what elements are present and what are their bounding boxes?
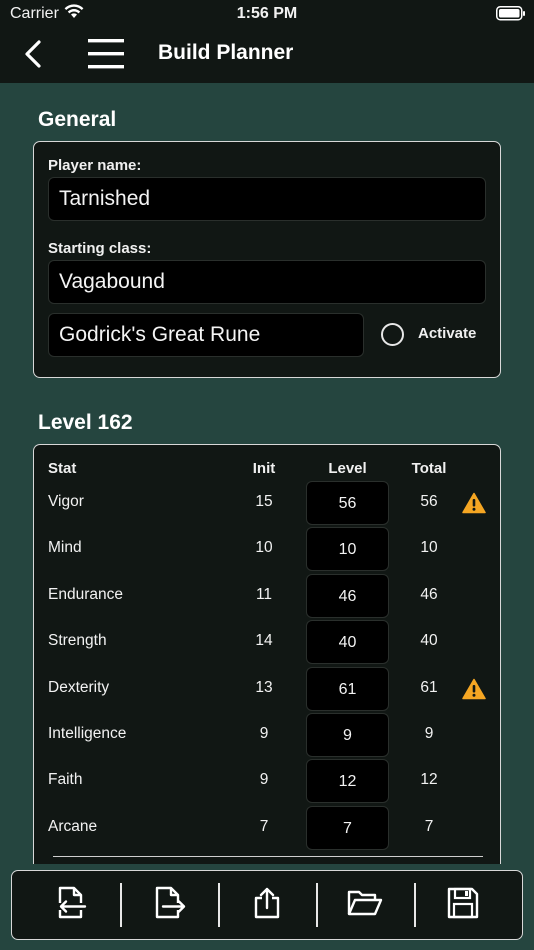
table-row: Arcane 7 7 7 bbox=[34, 805, 502, 852]
navigation-bar: Build Planner bbox=[0, 28, 534, 83]
level-column-header: Level bbox=[328, 460, 367, 477]
stat-total-value: 9 bbox=[424, 725, 434, 742]
init-column-header: Init bbox=[252, 460, 276, 477]
page-title: Build Planner bbox=[158, 41, 294, 64]
stat-init-value: 10 bbox=[255, 539, 273, 557]
import-file-icon bbox=[54, 886, 88, 925]
battery-icon bbox=[496, 6, 526, 26]
back-chevron-icon[interactable] bbox=[22, 40, 44, 75]
stat-name: Mind bbox=[48, 539, 82, 557]
stat-level-input[interactable]: 56 bbox=[306, 481, 389, 525]
import-file-button[interactable] bbox=[22, 881, 119, 929]
top-bar: Carrier 1:56 PM Build Planner bbox=[0, 0, 534, 83]
starting-class-field[interactable]: Vagabound bbox=[48, 260, 486, 304]
table-row: Faith 9 12 12 bbox=[34, 759, 502, 805]
stat-column-header: Stat bbox=[48, 460, 77, 477]
stat-level-input[interactable]: 7 bbox=[306, 805, 389, 850]
export-file-button[interactable] bbox=[120, 881, 217, 929]
great-rune-field[interactable]: Godrick's Great Rune bbox=[48, 313, 364, 357]
activate-radio-button[interactable] bbox=[381, 323, 404, 346]
share-button[interactable] bbox=[218, 881, 315, 929]
stat-level-input[interactable]: 9 bbox=[306, 713, 389, 757]
general-section-title: General bbox=[38, 108, 117, 131]
stat-name: Intelligence bbox=[48, 725, 127, 742]
stat-init-value: 9 bbox=[259, 725, 269, 742]
player-name-field[interactable]: Tarnished bbox=[48, 177, 486, 221]
stat-name: Faith bbox=[48, 771, 83, 789]
warning-icon[interactable] bbox=[462, 678, 486, 700]
starting-class-label: Starting class: bbox=[48, 240, 152, 257]
open-folder-icon bbox=[347, 888, 383, 923]
stat-level-input[interactable]: 40 bbox=[306, 620, 389, 665]
table-row: Dexterity 13 61 61 bbox=[34, 666, 502, 713]
table-row: Intelligence 9 9 9 bbox=[34, 713, 502, 759]
table-row: Mind 10 10 10 bbox=[34, 527, 502, 573]
stat-init-value: 11 bbox=[255, 585, 273, 603]
activate-label: Activate bbox=[418, 325, 477, 342]
stat-name: Endurance bbox=[48, 585, 123, 603]
general-card: Player name: Tarnished Starting class: V… bbox=[33, 141, 501, 378]
stat-total-value: 12 bbox=[420, 771, 438, 789]
stat-name: Strength bbox=[48, 632, 107, 650]
export-file-icon bbox=[152, 886, 186, 925]
hamburger-menu-icon[interactable] bbox=[88, 38, 124, 75]
stat-name: Dexterity bbox=[48, 678, 110, 696]
warning-icon[interactable] bbox=[462, 492, 486, 514]
stat-total-value: 46 bbox=[420, 585, 438, 603]
stat-init-value: 7 bbox=[259, 817, 269, 835]
stat-init-value: 15 bbox=[255, 493, 273, 510]
stat-init-value: 9 bbox=[259, 771, 269, 789]
bottom-toolbar bbox=[11, 870, 523, 940]
stat-name: Arcane bbox=[48, 817, 98, 835]
stat-name: Vigor bbox=[48, 493, 84, 510]
open-folder-button[interactable] bbox=[316, 881, 413, 929]
stat-total-value: 61 bbox=[420, 678, 438, 696]
stat-total-value: 56 bbox=[420, 493, 438, 510]
stat-level-input[interactable]: 46 bbox=[306, 573, 389, 618]
stat-level-input[interactable]: 61 bbox=[306, 666, 389, 711]
status-bar: Carrier 1:56 PM bbox=[0, 0, 534, 28]
stats-card: Stat Init Level Total Vigor 15 56 56 Mind 10 1… bbox=[33, 444, 501, 864]
stat-total-value: 10 bbox=[420, 539, 438, 557]
player-name-label: Player name: bbox=[48, 157, 142, 174]
stat-total-value: 7 bbox=[424, 817, 434, 835]
stat-init-value: 14 bbox=[255, 632, 273, 650]
share-icon bbox=[252, 886, 282, 925]
table-divider bbox=[53, 856, 483, 857]
status-time: 1:56 PM bbox=[236, 5, 298, 22]
table-row: Strength 14 40 40 bbox=[34, 620, 502, 666]
save-button[interactable] bbox=[414, 881, 511, 929]
stat-total-value: 40 bbox=[420, 632, 438, 650]
save-disk-icon bbox=[446, 886, 480, 925]
table-row: Endurance 11 46 46 bbox=[34, 573, 502, 620]
stat-init-value: 13 bbox=[255, 678, 273, 696]
stat-level-input[interactable]: 10 bbox=[306, 527, 389, 572]
stat-level-input[interactable]: 12 bbox=[306, 759, 389, 804]
level-section-title: Level 162 bbox=[38, 411, 133, 434]
total-column-header: Total bbox=[411, 460, 447, 477]
table-row: Vigor 15 56 56 bbox=[34, 481, 502, 527]
